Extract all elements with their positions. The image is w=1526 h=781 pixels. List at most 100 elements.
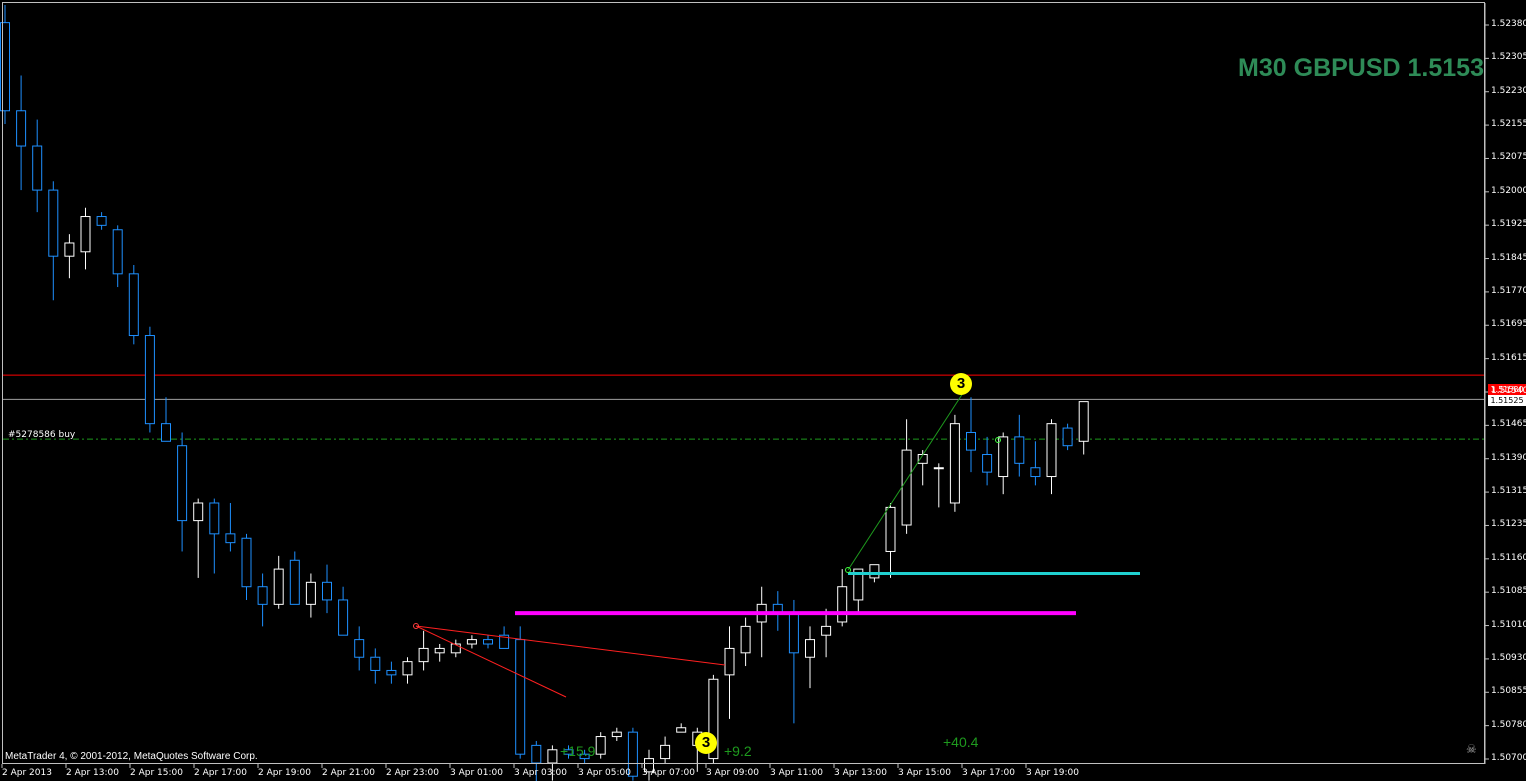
- bid-price-tag: 1.51525: [1488, 395, 1526, 406]
- profit-label-3: +40.4: [943, 734, 979, 750]
- copyright-text: MetaTrader 4, © 2001-2012, MetaQuotes So…: [5, 751, 258, 762]
- chart-header: M30 GBPUSD 1.5153: [1238, 54, 1484, 82]
- time-tick-label: 3 Apr 19:00: [1026, 768, 1079, 778]
- candle-body: [515, 639, 526, 755]
- candle-body: [933, 467, 944, 470]
- candle-body: [32, 145, 43, 191]
- time-tick-label: 2 Apr 23:00: [386, 768, 439, 778]
- profit-label-1: +15.9: [560, 743, 596, 759]
- candle-body: [48, 189, 59, 257]
- candle-body: [241, 537, 252, 588]
- candle-body: [370, 656, 381, 671]
- time-tick-label: 3 Apr 07:00: [642, 768, 695, 778]
- price-tick-label: 1.51770: [1491, 285, 1526, 296]
- time-tick-label: 2 Apr 19:00: [258, 768, 311, 778]
- candle-body: [1062, 427, 1073, 447]
- candle-body: [966, 431, 976, 451]
- candle-body: [901, 449, 912, 526]
- price-tick-label: 1.51160: [1491, 552, 1526, 563]
- time-tick-label: 2 Apr 13:00: [66, 768, 119, 778]
- candle-body: [547, 749, 558, 764]
- time-tick-label: 3 Apr 05:00: [578, 768, 631, 778]
- candle-body: [338, 599, 349, 636]
- time-tick-label: 2 Apr 15:00: [130, 768, 183, 778]
- price-tick-label: 1.52380: [1491, 19, 1526, 29]
- price-tick-label: 1.52230: [1491, 85, 1526, 96]
- time-tick-label: 2 Apr 2013: [2, 768, 52, 778]
- candle-body: [225, 533, 236, 544]
- candle-body: [177, 445, 188, 522]
- candle-body: [676, 727, 687, 733]
- candle-body: [386, 669, 397, 676]
- candle-body: [611, 731, 622, 738]
- candle-body: [998, 436, 1009, 478]
- trade-line-3: [847, 392, 964, 571]
- price-tick-label: 1.51695: [1491, 319, 1526, 330]
- candle-body: [885, 506, 896, 552]
- time-tick-label: 3 Apr 03:00: [514, 768, 567, 778]
- candle-body: [869, 564, 880, 579]
- price-tick-label: 1.52305: [1491, 52, 1526, 63]
- candle-body: [16, 110, 27, 147]
- price-tick-label: 1.51315: [1491, 486, 1526, 497]
- candle-body: [982, 454, 993, 473]
- candle-body: [531, 744, 542, 764]
- price-tick-label: 1.51615: [1491, 352, 1526, 363]
- profit-label-2: +9.2: [724, 743, 752, 759]
- candle-body: [161, 423, 171, 442]
- candle-body: [128, 273, 139, 337]
- price-tick-label: 1.50855: [1491, 686, 1526, 697]
- price-tick-label: 1.51010: [1491, 619, 1526, 630]
- skull-icon: ☠: [1466, 742, 1477, 756]
- time-tick-label: 2 Apr 21:00: [322, 768, 375, 778]
- candle-body: [96, 216, 107, 226]
- time-tick-label: 3 Apr 09:00: [706, 768, 759, 778]
- candle-body: [595, 736, 606, 755]
- price-tick-label: 1.52075: [1491, 152, 1526, 163]
- candle-body: [402, 661, 413, 676]
- time-tick-label: 3 Apr 11:00: [770, 768, 823, 778]
- candle-body: [949, 423, 960, 504]
- time-tick-label: 3 Apr 01:00: [450, 768, 503, 778]
- candle-body: [322, 581, 332, 601]
- price-tick-label: 1.51235: [1491, 519, 1526, 530]
- trade-line-2: [415, 625, 726, 666]
- count-badge-1: 3: [695, 732, 717, 754]
- candle-body: [64, 242, 75, 257]
- candle-body: [1030, 467, 1041, 478]
- candle-body: [418, 647, 429, 663]
- time-tick-label: 3 Apr 13:00: [834, 768, 887, 778]
- candle-body: [805, 639, 815, 658]
- candle-body: [466, 639, 477, 645]
- price-tick-label: 1.50930: [1491, 652, 1526, 663]
- price-tick-label: 1.51540: [1491, 386, 1526, 396]
- candle-body: [257, 586, 268, 605]
- candle-body: [1078, 401, 1089, 442]
- candle-body: [724, 647, 735, 676]
- count-badge-2: 3: [950, 373, 972, 395]
- candle-body: [144, 335, 155, 425]
- candle-body: [660, 744, 671, 760]
- candle-body: [193, 502, 204, 522]
- candle-body: [434, 647, 445, 654]
- price-tick-label: 1.52155: [1491, 119, 1526, 130]
- price-tick-label: 1.50780: [1491, 719, 1526, 730]
- price-tick-label: 1.51925: [1491, 219, 1526, 230]
- candle-body: [289, 559, 300, 605]
- price-tick-label: 1.51085: [1491, 586, 1526, 597]
- candle-body: [788, 612, 799, 654]
- candle-body: [0, 22, 10, 112]
- price-chart[interactable]: [0, 0, 1526, 781]
- order-label: #5278586 buy: [8, 430, 76, 440]
- candle-body: [273, 568, 284, 605]
- price-tick-label: 1.51845: [1491, 252, 1526, 263]
- candle-body: [354, 639, 365, 658]
- candle-body: [80, 216, 91, 253]
- price-tick-label: 1.51390: [1491, 452, 1526, 463]
- candle-body: [209, 502, 220, 535]
- candle-body: [1046, 423, 1057, 478]
- candle-body: [1014, 436, 1025, 464]
- candle-body: [740, 625, 751, 654]
- candle-body: [483, 639, 493, 645]
- time-tick-label: 2 Apr 17:00: [194, 768, 247, 778]
